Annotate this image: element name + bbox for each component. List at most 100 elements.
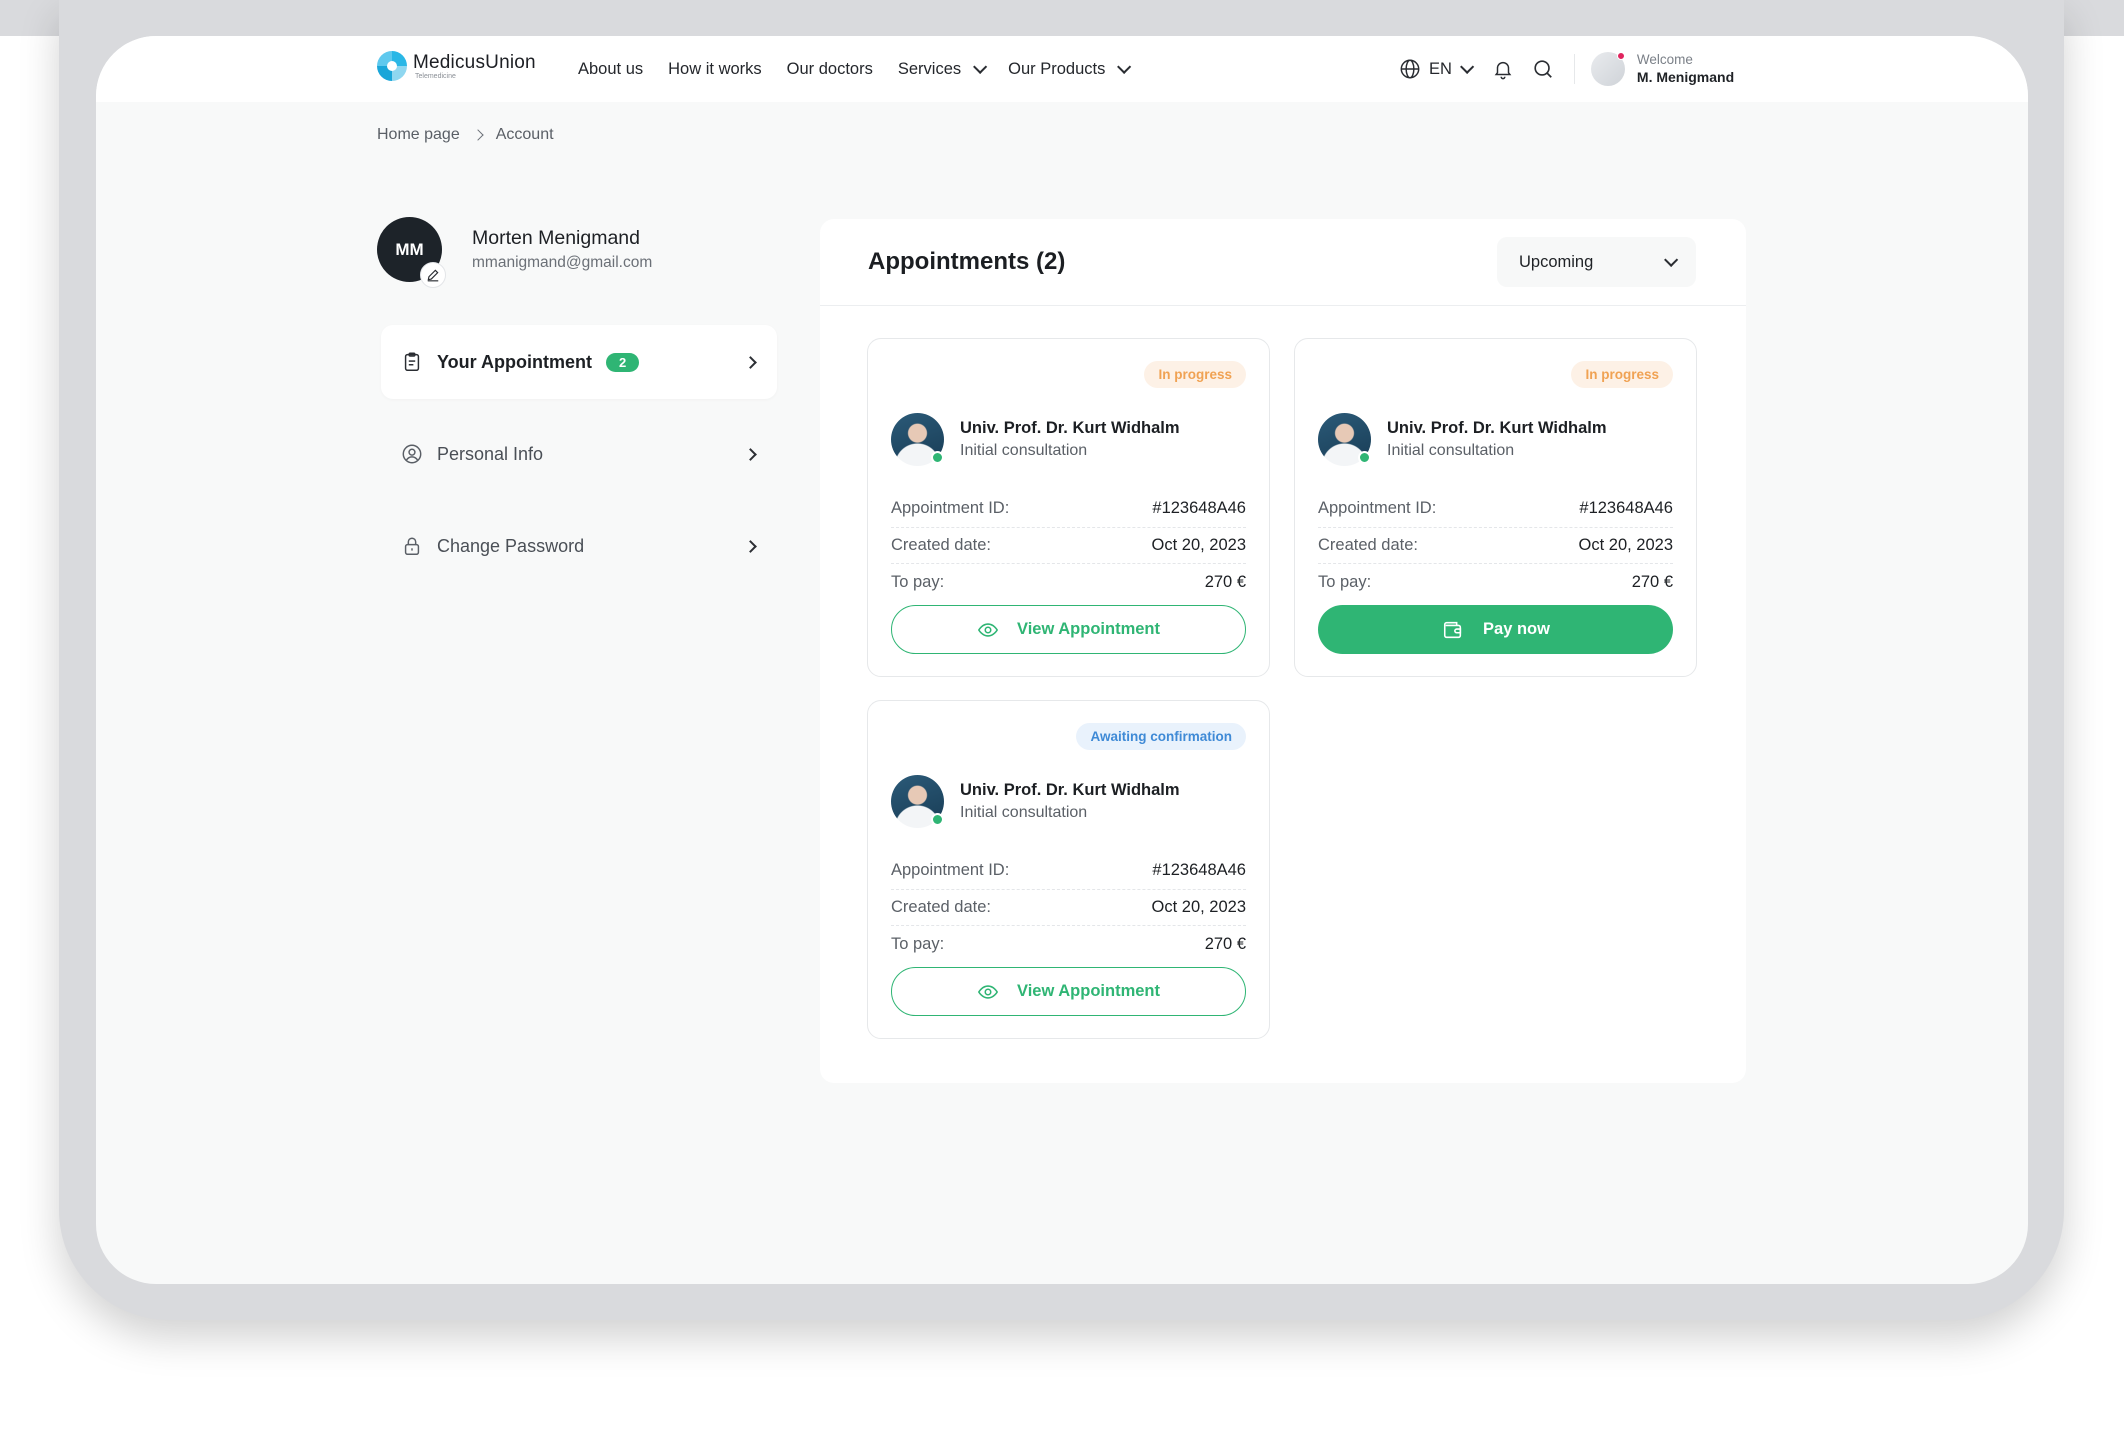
breadcrumb-current: Account xyxy=(495,126,554,143)
account-sidebar: Your Appointment 2 Personal Info Change … xyxy=(381,325,777,601)
detail-row-id: Appointment ID: #123648A46 xyxy=(1318,491,1673,528)
language-selector[interactable]: EN xyxy=(1399,58,1475,80)
nav-our-products-label: Our Products xyxy=(1008,59,1106,78)
nav-services-label: Services xyxy=(897,59,962,78)
eye-icon xyxy=(977,622,999,637)
nav-about-us[interactable]: About us xyxy=(578,60,643,79)
chevron-down-icon xyxy=(1117,59,1132,74)
chevron-right-icon xyxy=(744,539,757,553)
doctor-name: Univ. Prof. Dr. Kurt Widhalm xyxy=(960,419,1180,437)
video-icon xyxy=(931,813,944,826)
created-date: Oct 20, 2023 xyxy=(1151,897,1246,916)
filter-value: Upcoming xyxy=(1519,252,1594,271)
video-icon xyxy=(931,451,944,464)
doctor-info: Univ. Prof. Dr. Kurt Widhalm Initial con… xyxy=(1318,413,1607,466)
pay-now-button[interactable]: Pay now xyxy=(1318,605,1673,654)
detail-row-created: Created date: Oct 20, 2023 xyxy=(1318,528,1673,564)
appointment-id: #123648A46 xyxy=(1579,499,1673,518)
sidebar-item-label: Personal Info xyxy=(437,443,544,464)
appointments-header: Appointments (2) Upcoming xyxy=(820,219,1746,306)
detail-label: To pay: xyxy=(891,934,945,953)
button-label: Pay now xyxy=(1483,620,1550,638)
profile-email: mmanigmand@gmail.com xyxy=(472,254,653,271)
user-name: M. Menigmand xyxy=(1636,68,1735,85)
appointment-details: Appointment ID: #123648A46 Created date:… xyxy=(891,491,1246,601)
wallet-icon xyxy=(1444,621,1462,638)
consultation-type: Initial consultation xyxy=(1387,442,1515,459)
status-badge: In progress xyxy=(1144,361,1246,388)
profile-avatar: MM xyxy=(377,217,446,288)
button-label: View Appointment xyxy=(1016,620,1160,638)
detail-label: Appointment ID: xyxy=(891,861,1010,880)
doctor-name: Univ. Prof. Dr. Kurt Widhalm xyxy=(960,781,1180,799)
detail-row-id: Appointment ID: #123648A46 xyxy=(891,491,1246,528)
sidebar-item-label: Your Appointment xyxy=(437,351,592,372)
detail-label: Created date: xyxy=(891,897,991,916)
sidebar-item-appointments[interactable]: Your Appointment 2 xyxy=(381,325,777,399)
chevron-down-icon xyxy=(973,59,988,74)
chevron-right-icon xyxy=(744,355,757,369)
pencil-icon xyxy=(427,269,439,282)
globe-icon xyxy=(1400,59,1420,79)
view-appointment-button[interactable]: View Appointment xyxy=(891,605,1246,654)
notifications-button[interactable] xyxy=(1490,56,1516,82)
consultation-type: Initial consultation xyxy=(960,804,1088,821)
appointments-title: Appointments (2) xyxy=(868,248,1066,275)
button-label: View Appointment xyxy=(1016,982,1160,1000)
detail-label: Appointment ID: xyxy=(1318,499,1437,518)
breadcrumb-home[interactable]: Home page xyxy=(377,126,460,144)
chevron-right-icon xyxy=(744,447,757,461)
language-code: EN xyxy=(1429,59,1452,78)
appointment-id: #123648A46 xyxy=(1152,861,1246,880)
appointment-card: Awaiting confirmation Univ. Prof. Dr. Ku… xyxy=(867,700,1270,1039)
eye-icon xyxy=(977,984,999,999)
appointment-details: Appointment ID: #123648A46 Created date:… xyxy=(1318,491,1673,601)
view-appointment-button[interactable]: View Appointment xyxy=(891,967,1246,1016)
doctor-info: Univ. Prof. Dr. Kurt Widhalm Initial con… xyxy=(891,413,1180,466)
detail-row-pay: To pay: 270 € xyxy=(891,564,1246,601)
nav-our-products[interactable]: Our Products xyxy=(1008,59,1132,79)
edit-avatar-button[interactable] xyxy=(420,262,446,288)
breadcrumb: Home page Account xyxy=(377,126,554,144)
sidebar-item-change-password[interactable]: Change Password xyxy=(381,509,777,583)
amount-to-pay: 270 € xyxy=(1631,572,1673,591)
bell-icon xyxy=(1494,61,1512,80)
appointments-filter-select[interactable]: Upcoming xyxy=(1497,237,1696,287)
profile-header: MM Morten Menigmand mmanigmand@gmail.com xyxy=(377,217,653,288)
header-divider xyxy=(1573,54,1575,84)
brand-name: MedicusUnion xyxy=(413,51,536,73)
header-tools: EN Welcome M. Menigmand xyxy=(1399,36,1734,102)
status-badge: Awaiting confirmation xyxy=(1076,723,1246,750)
detail-row-created: Created date: Oct 20, 2023 xyxy=(891,528,1246,564)
video-icon xyxy=(1358,451,1371,464)
sidebar-item-personal-info[interactable]: Personal Info xyxy=(381,417,777,491)
detail-row-id: Appointment ID: #123648A46 xyxy=(891,853,1246,890)
status-badge: In progress xyxy=(1571,361,1673,388)
detail-row-pay: To pay: 270 € xyxy=(1318,564,1673,601)
amount-to-pay: 270 € xyxy=(1204,934,1246,953)
welcome-text: Welcome xyxy=(1636,51,1693,67)
appointments-panel: Appointments (2) Upcoming In progress Un… xyxy=(820,219,1746,1083)
doctor-info: Univ. Prof. Dr. Kurt Widhalm Initial con… xyxy=(891,775,1180,828)
detail-label: Created date: xyxy=(1318,535,1418,554)
appointment-card: In progress Univ. Prof. Dr. Kurt Widhalm… xyxy=(867,338,1270,677)
nav-our-doctors[interactable]: Our doctors xyxy=(787,60,873,79)
chevron-right-icon xyxy=(472,129,484,141)
search-button[interactable] xyxy=(1530,56,1556,82)
user-menu[interactable]: Welcome M. Menigmand xyxy=(1590,51,1735,86)
user-circle-icon xyxy=(402,444,422,464)
main-nav: About us How it works Our doctors Servic… xyxy=(578,36,1132,102)
appointment-details: Appointment ID: #123648A46 Created date:… xyxy=(891,853,1246,963)
doctor-photo xyxy=(891,413,944,466)
brand-subtitle: Telemedicine xyxy=(415,72,456,80)
nav-how-it-works[interactable]: How it works xyxy=(668,60,762,79)
detail-label: Appointment ID: xyxy=(891,499,1010,518)
lock-icon xyxy=(404,537,420,555)
detail-label: To pay: xyxy=(891,572,945,591)
nav-services[interactable]: Services xyxy=(897,59,988,79)
appointment-id: #123648A46 xyxy=(1152,499,1246,518)
top-navbar: MedicusUnion Telemedicine About us How i… xyxy=(96,36,2028,102)
brand-logo[interactable]: MedicusUnion Telemedicine xyxy=(377,51,536,81)
avatar xyxy=(1590,52,1625,86)
clipboard-icon xyxy=(404,352,420,371)
